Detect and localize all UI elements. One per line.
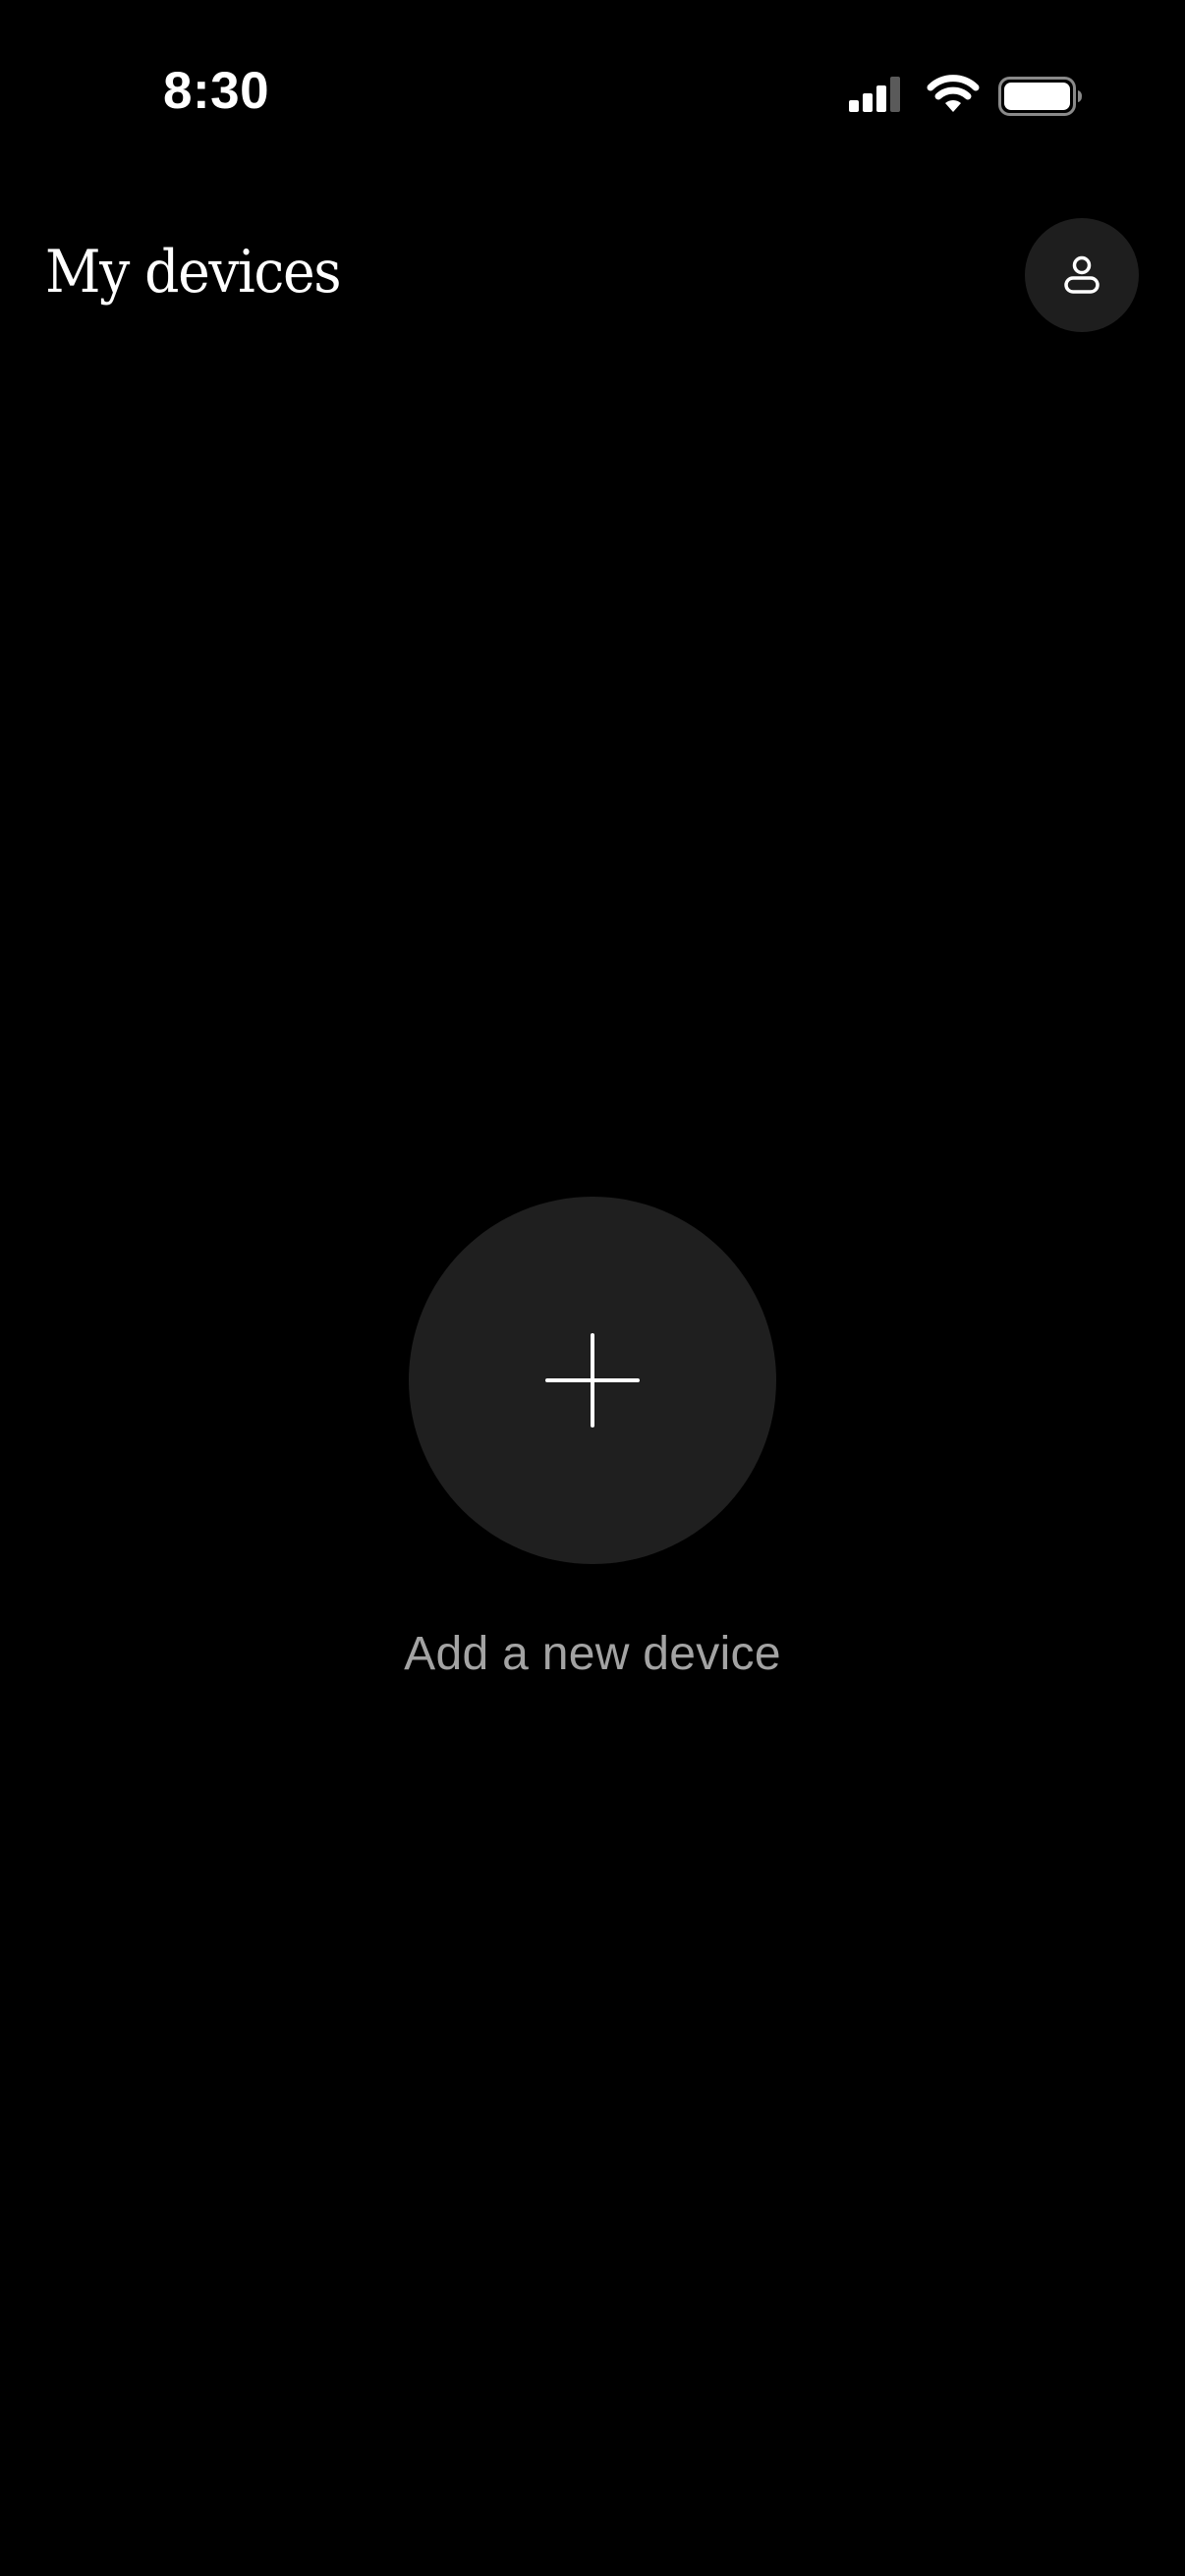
person-icon — [1064, 255, 1100, 294]
page-title: My devices — [45, 238, 342, 307]
add-device-label: Add a new device — [404, 1628, 781, 1680]
battery-icon — [998, 77, 1082, 116]
add-device-button[interactable] — [409, 1197, 776, 1564]
screen: 8:30 My devices Add a new device — [0, 0, 1185, 2576]
profile-button[interactable] — [1025, 218, 1139, 332]
plus-icon — [545, 1333, 640, 1428]
cellular-signal-icon — [849, 77, 900, 112]
status-icons — [847, 73, 1083, 116]
status-time: 8:30 — [163, 62, 270, 120]
wifi-icon — [927, 75, 980, 112]
